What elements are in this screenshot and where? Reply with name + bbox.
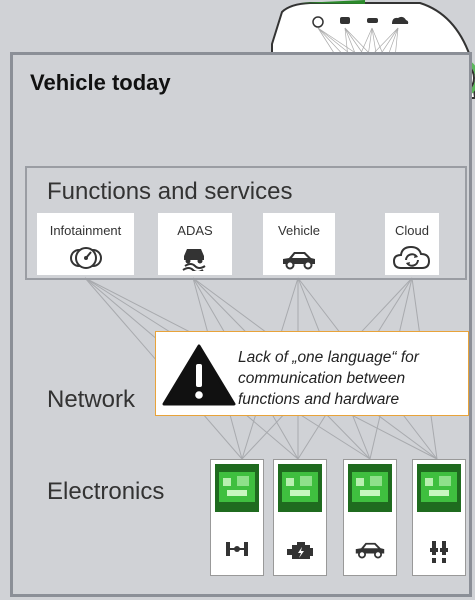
circuit-board-icon <box>417 464 461 512</box>
function-card-cloud: Cloud <box>385 213 439 275</box>
hardware-unit-engine <box>273 459 327 576</box>
cloud-sync-icon <box>392 245 431 269</box>
function-card-vehicle: Vehicle <box>263 213 335 275</box>
engine-icon <box>287 542 313 559</box>
function-label: Cloud <box>395 223 429 238</box>
gauges-icon <box>69 247 102 269</box>
function-label: ADAS <box>177 223 213 238</box>
car-icon <box>283 252 315 270</box>
car-icon <box>355 542 385 559</box>
skidding-car-icon <box>182 249 206 271</box>
circuit-board-icon <box>278 464 322 512</box>
function-card-infotainment: Infotainment <box>37 213 134 275</box>
electronics-label: Electronics <box>47 478 165 505</box>
hardware-unit-car <box>343 459 397 576</box>
circuit-board-icon <box>215 464 259 512</box>
circuit-board-icon <box>348 464 392 512</box>
spark-plug-icon <box>430 541 448 563</box>
warning-icon <box>162 344 236 406</box>
axle-icon <box>226 542 248 556</box>
warning-callout: Lack of „one language“ for communication… <box>155 331 469 416</box>
function-card-adas: ADAS <box>158 213 232 275</box>
hardware-unit-axle <box>210 459 264 576</box>
hardware-unit-spark-plug <box>412 459 466 576</box>
warning-text: Lack of „one language“ for communication… <box>238 349 419 408</box>
functions-title: Functions and services <box>47 178 293 205</box>
function-label: Vehicle <box>278 223 320 238</box>
network-label: Network <box>47 386 136 413</box>
function-label: Infotainment <box>49 223 122 238</box>
